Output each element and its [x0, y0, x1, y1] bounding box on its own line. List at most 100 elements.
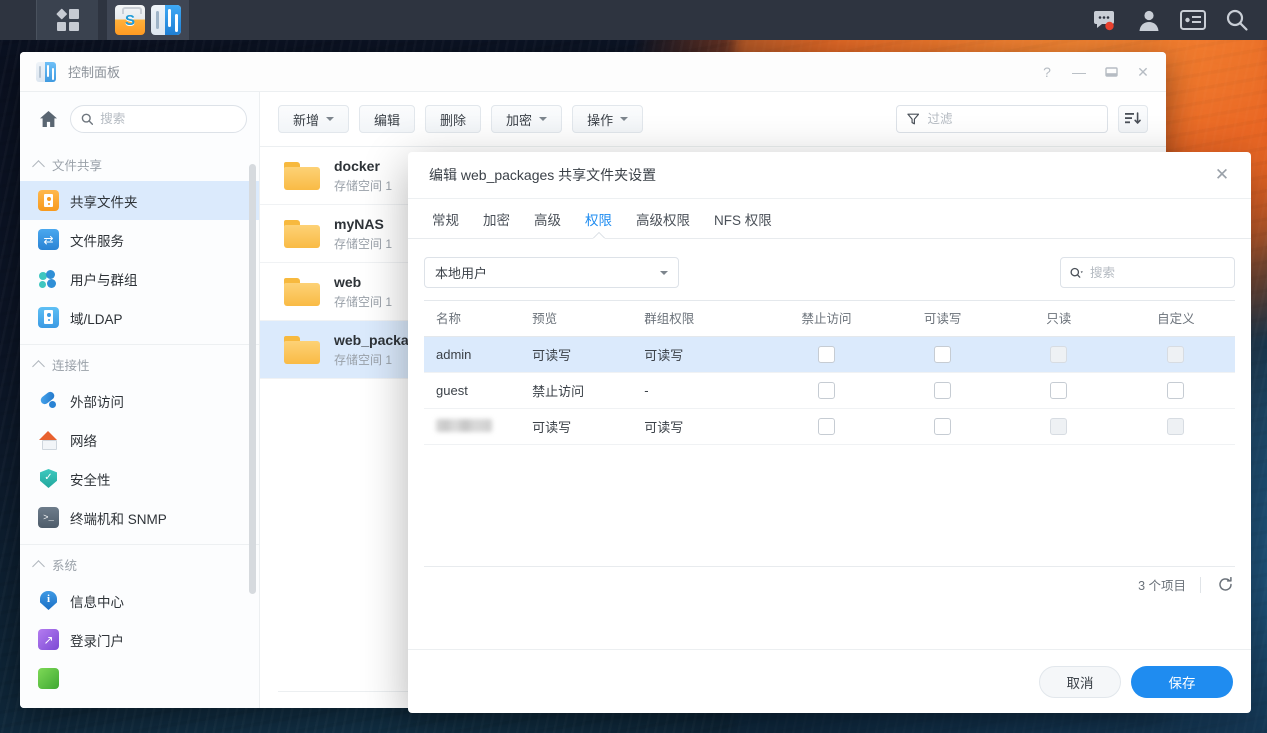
sidebar-item-users-groups[interactable]: 用户与群组	[20, 259, 259, 298]
redacted-user-name	[436, 418, 492, 432]
sidebar-item-file-service[interactable]: 文件服务	[20, 220, 259, 259]
read-write-checkbox[interactable]	[934, 418, 952, 436]
read-only-checkbox[interactable]	[1050, 418, 1068, 436]
delete-button[interactable]: 删除	[425, 105, 482, 133]
tab-permissions[interactable]: 权限	[575, 203, 622, 238]
cell-custom[interactable]	[1116, 408, 1235, 445]
custom-checkbox[interactable]	[1167, 382, 1185, 400]
column-header-preview[interactable]: 预览	[520, 300, 633, 337]
nav-group-connectivity[interactable]: 连接性	[20, 345, 259, 381]
tab-nfs-permissions[interactable]: NFS 权限	[704, 203, 782, 238]
person-icon[interactable]	[1135, 6, 1163, 34]
taskbar-tray	[1091, 0, 1257, 40]
custom-checkbox[interactable]	[1167, 346, 1185, 364]
cell-read-write[interactable]	[884, 336, 1001, 373]
tab-encryption[interactable]: 加密	[473, 203, 520, 238]
control-panel-icon[interactable]	[151, 5, 181, 35]
taskbar-left	[36, 0, 189, 40]
table-row[interactable]: guest 禁止访问 -	[424, 372, 1235, 409]
taskbar-running-apps	[107, 0, 189, 40]
sidebar-item-network[interactable]: 网络	[20, 420, 259, 459]
tab-general[interactable]: 常规	[422, 203, 469, 238]
cell-read-write[interactable]	[884, 372, 1001, 409]
cell-no-access[interactable]	[768, 372, 885, 409]
read-write-checkbox[interactable]	[934, 346, 952, 364]
package-center-icon[interactable]	[115, 5, 145, 35]
apps-menu-button[interactable]	[36, 0, 98, 40]
column-header-read-only[interactable]: 只读	[1000, 300, 1117, 337]
read-only-checkbox[interactable]	[1050, 382, 1068, 400]
read-write-checkbox[interactable]	[934, 382, 952, 400]
filter-input[interactable]	[927, 112, 1097, 126]
search-icon	[81, 113, 94, 125]
search-input[interactable]	[100, 112, 236, 126]
cell-read-only[interactable]	[1000, 408, 1117, 445]
sidebar-item-shared-folder[interactable]: 共享文件夹	[20, 181, 259, 220]
home-icon[interactable]	[34, 105, 62, 133]
close-button[interactable]: ✕	[1128, 58, 1158, 86]
encrypt-button[interactable]: 加密	[491, 105, 563, 133]
filter-box[interactable]	[896, 105, 1108, 133]
tab-advanced-permissions[interactable]: 高级权限	[626, 203, 700, 238]
sidebar-item-info-center[interactable]: 信息中心	[20, 581, 259, 620]
no-access-checkbox[interactable]	[817, 382, 835, 400]
action-button[interactable]: 操作	[572, 105, 644, 133]
sidebar-item-label: 用户与群组	[70, 272, 138, 288]
read-only-checkbox[interactable]	[1050, 346, 1068, 364]
sidebar-item-partial[interactable]	[20, 659, 259, 698]
widget-panel-icon[interactable]	[1179, 6, 1207, 34]
cell-no-access[interactable]	[768, 336, 885, 373]
chat-bubble-icon[interactable]	[1091, 6, 1119, 34]
user-type-select[interactable]: 本地用户	[424, 257, 679, 288]
external-access-icon	[38, 390, 59, 411]
column-header-no-access[interactable]: 禁止访问	[768, 300, 885, 337]
create-button[interactable]: 新增	[278, 105, 350, 133]
cell-group-permission: -	[632, 372, 769, 409]
sidebar-item-security[interactable]: 安全性	[20, 459, 259, 498]
cell-no-access[interactable]	[768, 408, 885, 445]
table-row[interactable]: admin 可读写 可读写	[424, 336, 1235, 373]
custom-checkbox[interactable]	[1167, 418, 1185, 436]
cell-group-permission: 可读写	[632, 336, 769, 373]
help-button[interactable]: ?	[1032, 58, 1062, 86]
sidebar-item-terminal-snmp[interactable]: 终端机和 SNMP	[20, 498, 259, 537]
nav-group-file-sharing[interactable]: 文件共享	[20, 145, 259, 181]
table-row[interactable]: 可读写 可读写	[424, 408, 1235, 445]
cell-read-only[interactable]	[1000, 336, 1117, 373]
save-button[interactable]: 保存	[1131, 665, 1233, 698]
chevron-down-icon	[620, 117, 629, 121]
permission-search-input[interactable]	[1089, 265, 1225, 280]
list-sort-icon[interactable]	[1118, 105, 1148, 133]
sidebar-item-login-portal[interactable]: 登录门户	[20, 620, 259, 659]
refresh-icon[interactable]	[1215, 575, 1235, 595]
sidebar-scrollbar[interactable]	[249, 164, 256, 594]
search-icon[interactable]	[1223, 6, 1251, 34]
cell-custom[interactable]	[1116, 336, 1235, 373]
folder-icon	[284, 161, 320, 190]
nav-group-system[interactable]: 系统	[20, 545, 259, 581]
column-header-name[interactable]: 名称	[424, 300, 521, 337]
permission-search-box[interactable]	[1060, 257, 1235, 288]
tab-advanced[interactable]: 高级	[524, 203, 571, 238]
cell-read-only[interactable]	[1000, 372, 1117, 409]
close-icon[interactable]: ✕	[1209, 162, 1235, 188]
column-header-read-write[interactable]: 可读写	[884, 300, 1001, 337]
dialog-tabs: 常规 加密 高级 权限 高级权限 NFS 权限	[408, 199, 1251, 239]
cancel-button[interactable]: 取消	[1039, 665, 1121, 698]
maximize-button[interactable]	[1096, 58, 1126, 86]
no-access-checkbox[interactable]	[817, 418, 835, 436]
taskbar	[0, 0, 1267, 40]
cell-group-permission: 可读写	[632, 408, 769, 445]
column-header-group-permission[interactable]: 群组权限	[632, 300, 769, 337]
column-header-custom[interactable]: 自定义	[1116, 300, 1235, 337]
create-button-label: 新增	[293, 112, 320, 128]
sidebar-item-domain-ldap[interactable]: 域/LDAP	[20, 298, 259, 337]
sidebar-item-external-access[interactable]: 外部访问	[20, 381, 259, 420]
cell-custom[interactable]	[1116, 372, 1235, 409]
edit-button[interactable]: 编辑	[359, 105, 416, 133]
no-access-checkbox[interactable]	[817, 346, 835, 364]
cell-read-write[interactable]	[884, 408, 1001, 445]
sidebar-item-label: 信息中心	[70, 594, 124, 610]
sidebar-search-box[interactable]	[70, 105, 247, 133]
minimize-button[interactable]: —	[1064, 58, 1094, 86]
